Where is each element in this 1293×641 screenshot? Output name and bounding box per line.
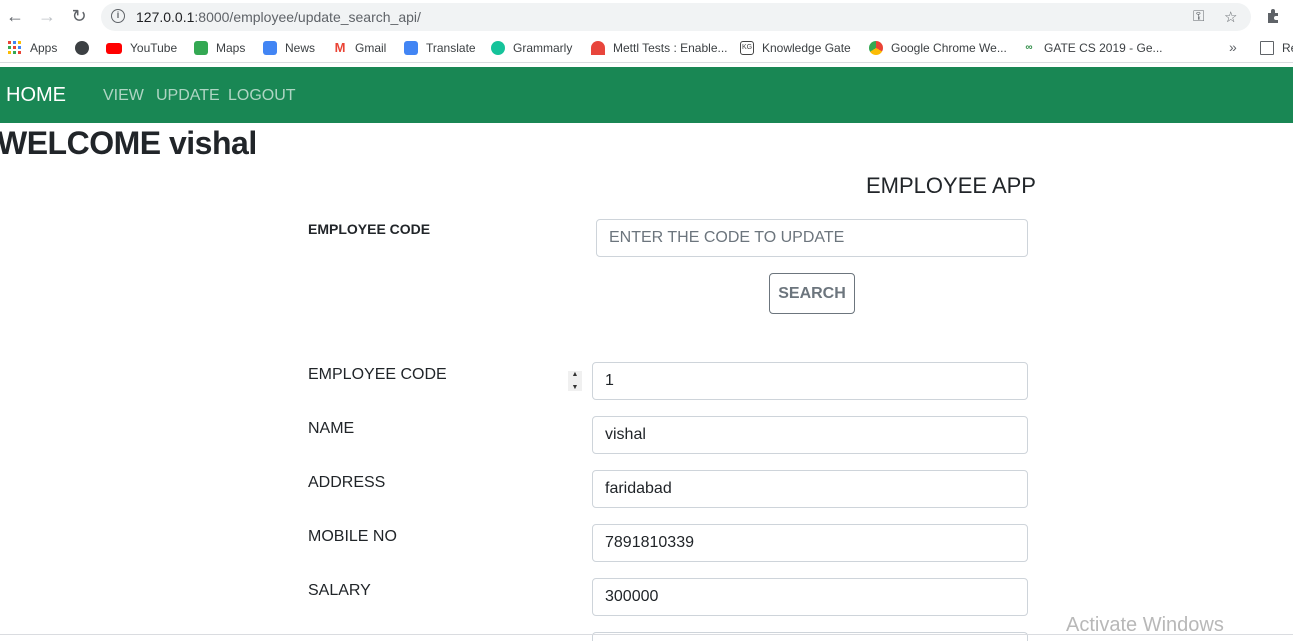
mobile-no-label: MOBILE NO <box>308 528 397 545</box>
bookmark-grammarly[interactable]: Grammarly <box>491 40 572 56</box>
bookmark-label: Grammarly <box>513 41 573 55</box>
bookmarks-bar: Apps YouTube Maps News M Gmail Translate … <box>0 34 1293 63</box>
news-icon <box>263 41 277 55</box>
employee-code-input[interactable] <box>592 362 1028 400</box>
gfg-icon: ∞ <box>1025 42 1033 53</box>
maps-icon <box>194 41 208 55</box>
name-label: NAME <box>308 420 355 437</box>
bookmark-youtube[interactable]: YouTube <box>106 40 177 56</box>
search-button[interactable]: SEARCH <box>769 273 855 314</box>
mettl-icon <box>591 41 605 55</box>
address-input[interactable] <box>592 470 1028 508</box>
bookmark-label: Apps <box>30 41 58 55</box>
bookmark-gfg[interactable]: ∞ GATE CS 2019 - Ge... <box>1022 40 1163 56</box>
home-link[interactable]: HOME <box>6 84 66 107</box>
nav-update-link[interactable]: UPDATE <box>156 87 220 105</box>
employee-code-label: EMPLOYEE CODE <box>308 366 447 383</box>
back-arrow-icon[interactable]: ← <box>4 5 26 27</box>
bookmark-chrome[interactable]: Google Chrome We... <box>869 40 1007 56</box>
forward-arrow-icon[interactable]: → <box>36 5 58 27</box>
bookmark-label: Google Chrome We... <box>891 41 1007 55</box>
app-title: EMPLOYEE APP <box>866 173 1036 198</box>
gmail-icon: M <box>334 40 346 55</box>
address-bar[interactable]: i 127.0.0.1:8000/employee/update_search_… <box>101 3 1251 31</box>
welcome-heading: WELCOME vishal <box>0 125 257 161</box>
grammarly-icon <box>491 41 505 55</box>
search-code-label: EMPLOYEE CODE <box>308 221 431 237</box>
bookmark-label: YouTube <box>130 41 178 55</box>
mobile-no-input[interactable] <box>592 524 1028 562</box>
nav-view-link[interactable]: VIEW <box>103 87 144 105</box>
reading-list-icon <box>1260 41 1274 55</box>
key-icon[interactable]: ⚿ <box>1193 8 1204 25</box>
globe-icon <box>75 41 89 55</box>
spinner-down-icon[interactable]: ▼ <box>572 384 579 391</box>
reload-icon[interactable]: ↻ <box>68 5 90 27</box>
translate-icon <box>404 41 418 55</box>
bookmark-knowledge-gate[interactable]: KG Knowledge Gate <box>740 40 851 56</box>
reading-list-label: Re <box>1282 41 1293 55</box>
activate-windows-watermark: Activate Windows <box>1066 614 1224 636</box>
search-code-input[interactable] <box>596 219 1028 257</box>
reading-list[interactable]: Re <box>1260 40 1293 56</box>
bookmark-maps[interactable]: Maps <box>194 40 245 56</box>
kg-icon: KG <box>740 41 754 55</box>
site-info-icon[interactable]: i <box>111 9 125 23</box>
top-navbar: HOME VIEW UPDATE LOGOUT <box>0 67 1293 123</box>
nav-logout-link[interactable]: LOGOUT <box>228 87 296 105</box>
address-url[interactable]: 127.0.0.1:8000/employee/update_search_ap… <box>136 9 421 25</box>
bookmark-gmail[interactable]: M Gmail <box>333 40 387 56</box>
bookmark-label: GATE CS 2019 - Ge... <box>1044 41 1163 55</box>
bookmark-label: Maps <box>216 41 246 55</box>
name-input[interactable] <box>592 416 1028 454</box>
bookmark-news[interactable]: News <box>263 40 315 56</box>
address-label: ADDRESS <box>308 474 386 491</box>
bookmark-globe[interactable] <box>75 40 97 56</box>
extensions-puzzle-icon[interactable] <box>1262 5 1284 27</box>
bookmark-apps[interactable]: Apps <box>8 40 57 56</box>
bookmark-mettl[interactable]: Mettl Tests : Enable... <box>591 40 728 56</box>
browser-toolbar: ← → ↻ i 127.0.0.1:8000/employee/update_s… <box>0 0 1293 34</box>
bookmark-label: Mettl Tests : Enable... <box>613 41 728 55</box>
salary-label: SALARY <box>308 582 371 599</box>
bookmark-label: News <box>285 41 316 55</box>
url-path: :8000/employee/update_search_api/ <box>194 9 421 25</box>
bookmark-label: Knowledge Gate <box>762 41 851 55</box>
bookmark-star-icon[interactable]: ☆ <box>1224 8 1237 26</box>
number-spinner[interactable]: ▲ ▼ <box>568 371 582 391</box>
apps-grid-icon <box>8 41 22 55</box>
youtube-icon <box>106 42 122 54</box>
spinner-up-icon[interactable]: ▲ <box>572 371 579 378</box>
salary-input[interactable] <box>592 578 1028 616</box>
more-bookmarks-chevron-icon[interactable]: » <box>1229 39 1237 55</box>
bookmark-label: Gmail <box>355 41 387 55</box>
chrome-icon <box>869 41 883 55</box>
url-host: 127.0.0.1 <box>136 9 195 25</box>
bookmark-translate[interactable]: Translate <box>404 40 476 56</box>
bookmark-label: Translate <box>426 41 476 55</box>
